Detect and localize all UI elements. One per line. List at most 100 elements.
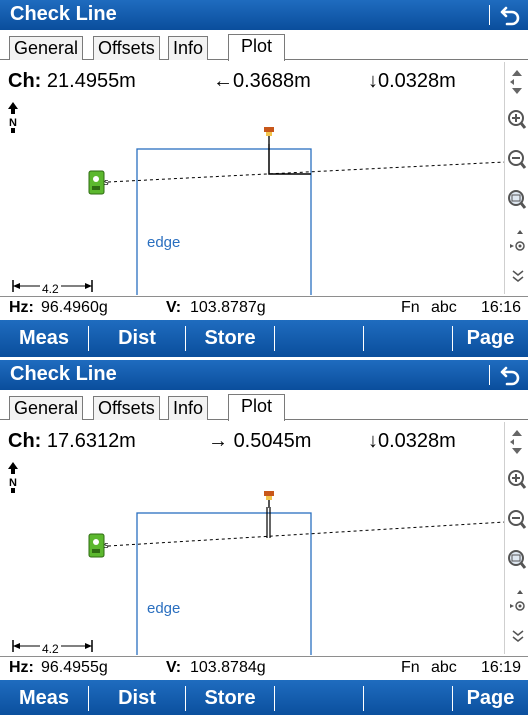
screen-1: Check Line General Offsets Info Plot Ch:… (0, 0, 528, 357)
v-label: V: (166, 299, 182, 316)
svg-text:s: s (104, 178, 109, 188)
tab-info[interactable]: Info (168, 36, 209, 60)
back-arrow-icon (500, 6, 520, 26)
plot-area[interactable]: Ch: 21.4955m ←0.3688m ↓0.0328m N s edge … (0, 62, 505, 296)
zoom-extent-icon (508, 550, 527, 569)
pan-button[interactable] (505, 422, 528, 462)
tab-info[interactable]: Info (168, 396, 209, 420)
north-arrow-icon: N (8, 102, 18, 133)
title-bar: Check Line (0, 360, 528, 390)
back-arrow-icon (500, 366, 520, 386)
v-value: 103.8787g (190, 299, 266, 316)
plot-toolbar (504, 422, 528, 654)
f4-button[interactable] (275, 320, 363, 357)
input-mode: abc (431, 299, 457, 316)
edge-polygon (136, 148, 312, 295)
plot-canvas: N s (8, 102, 505, 295)
tab-plot[interactable]: Plot (228, 394, 286, 421)
page-button[interactable]: Page (453, 320, 528, 357)
status-bar: Hz: 96.4955g V: 103.8784g Fn abc 16:19 (0, 656, 528, 680)
north-label: N (9, 477, 17, 489)
scale-label: 4.2 (40, 642, 61, 656)
store-button[interactable]: Store (186, 320, 274, 357)
fn-indicator: Fn (401, 659, 420, 676)
svg-text:s: s (104, 541, 109, 551)
edge-polygon (136, 512, 312, 655)
reference-line (107, 161, 505, 183)
hz-label: Hz: (9, 659, 34, 676)
title-separator (489, 365, 490, 385)
tab-offsets[interactable]: Offsets (93, 36, 160, 60)
more-button[interactable] (505, 627, 528, 653)
store-button[interactable]: Store (186, 680, 274, 715)
meas-button[interactable]: Meas (0, 320, 88, 357)
zoom-extent-button[interactable] (505, 182, 528, 222)
title-bar: Check Line (0, 0, 528, 30)
reference-line (107, 521, 505, 547)
more-chevron-icon (512, 630, 524, 642)
zoom-in-icon (508, 470, 527, 489)
f4-button[interactable] (275, 680, 363, 715)
focus-button[interactable] (505, 222, 528, 262)
dist-button[interactable]: Dist (89, 320, 185, 357)
window-title: Check Line (10, 3, 117, 25)
page-button[interactable]: Page (453, 680, 528, 715)
zoom-extent-button[interactable] (505, 542, 528, 582)
zoom-in-button[interactable] (505, 102, 528, 142)
v-value: 103.8784g (190, 659, 266, 676)
window-title: Check Line (10, 363, 117, 385)
tab-general[interactable]: General (9, 36, 84, 60)
softkey-bar: Meas Dist Store Page (0, 680, 528, 715)
pan-up-down-icon (510, 430, 522, 454)
zoom-out-button[interactable] (505, 142, 528, 182)
zoom-out-icon (508, 150, 527, 169)
more-button[interactable] (505, 267, 528, 293)
status-bar: Hz: 96.4960g V: 103.8787g Fn abc 16:16 (0, 296, 528, 320)
input-mode: abc (431, 659, 457, 676)
pan-button[interactable] (505, 62, 528, 102)
scale-label: 4.2 (40, 282, 61, 296)
pan-up-down-icon (510, 70, 522, 94)
zoom-out-icon (508, 510, 527, 529)
meas-button[interactable]: Meas (0, 680, 88, 715)
plot-toolbar (504, 62, 528, 294)
f5-button[interactable] (364, 320, 452, 357)
softkey-bar: Meas Dist Store Page (0, 320, 528, 357)
clock: 16:19 (481, 659, 522, 676)
tab-offsets[interactable]: Offsets (93, 396, 160, 420)
prism-pole-icon (264, 127, 274, 144)
edge-label: edge (147, 234, 181, 251)
back-button[interactable] (492, 0, 528, 30)
v-label: V: (166, 659, 182, 676)
tab-bar: General Offsets Info Plot (0, 34, 528, 61)
hz-label: Hz: (9, 299, 34, 316)
zoom-in-button[interactable] (505, 462, 528, 502)
screen-2: Check Line General Offsets Info Plot Ch:… (0, 360, 528, 715)
more-chevron-icon (512, 270, 524, 282)
focus-target-icon (510, 230, 525, 251)
edge-label: edge (147, 600, 181, 617)
tab-general[interactable]: General (9, 396, 84, 420)
prism-pole-icon (264, 491, 274, 508)
dist-button[interactable]: Dist (89, 680, 185, 715)
clock: 16:16 (481, 299, 522, 316)
north-label: N (9, 117, 17, 129)
hz-value: 96.4955g (41, 659, 108, 676)
tab-plot[interactable]: Plot (228, 34, 286, 61)
offset-path (268, 142, 311, 175)
plot-area[interactable]: Ch: 17.6312m → 0.5045m ↓0.0328m N s edge… (0, 422, 505, 656)
fn-indicator: Fn (401, 299, 420, 316)
focus-button[interactable] (505, 582, 528, 622)
f5-button[interactable] (364, 680, 452, 715)
plot-canvas: N s (8, 462, 505, 655)
focus-target-icon (510, 590, 525, 611)
title-separator (489, 5, 490, 25)
hz-value: 96.4960g (41, 299, 108, 316)
back-button[interactable] (492, 360, 528, 390)
tab-bar: General Offsets Info Plot (0, 394, 528, 421)
zoom-out-button[interactable] (505, 502, 528, 542)
total-station-icon: s (88, 170, 109, 195)
total-station-icon: s (88, 533, 109, 558)
zoom-in-icon (508, 110, 527, 129)
zoom-extent-icon (508, 190, 527, 209)
